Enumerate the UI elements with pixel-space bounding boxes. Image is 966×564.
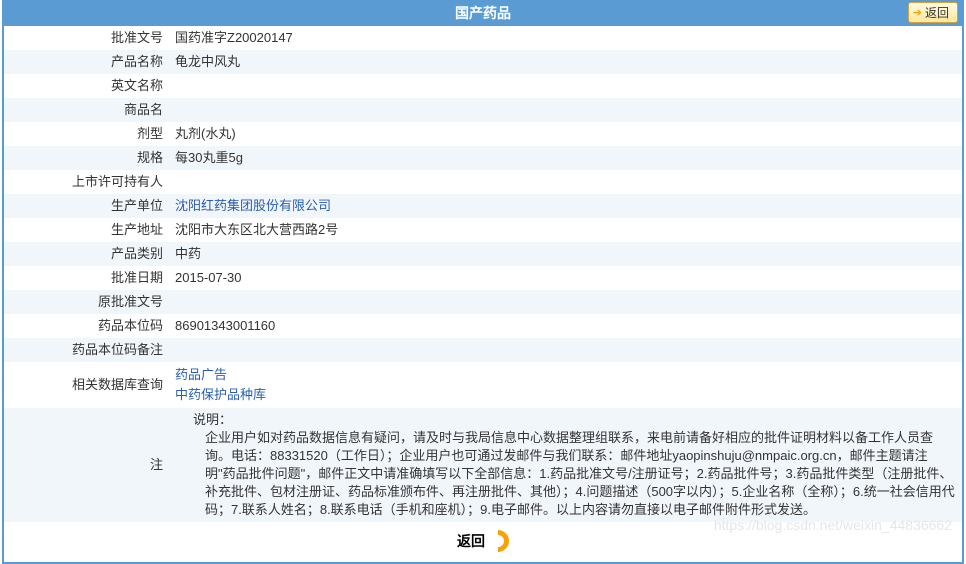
panel-header: 国产药品 ➔ 返回 [4,0,962,26]
field-label: 产品名称 [4,50,169,74]
note-body: 企业用户如对药品数据信息有疑问，请及时与我局信息中心数据整理组联系，来电前请备好… [205,429,956,519]
table-row: 生产地址沈阳市大东区北大营西路2号 [4,218,962,242]
field-label: 商品名 [4,98,169,122]
field-value: 国药准字Z20020147 [169,26,962,50]
field-value: 沈阳市大东区北大营西路2号 [169,218,962,242]
back-button-bottom-label: 返回 [457,531,485,551]
field-value: 每30丸重5g [169,146,962,170]
field-label: 生产地址 [4,218,169,242]
related-link[interactable]: 中药保护品种库 [175,385,956,405]
table-row: 剂型丸剂(水丸) [4,122,962,146]
table-row: 上市许可持有人 [4,170,962,194]
arrow-right-icon: ➔ [913,6,922,19]
table-row: 批准日期2015-07-30 [4,266,962,290]
panel-title: 国产药品 [455,5,511,21]
field-label: 药品本位码 [4,314,169,338]
field-label: 剂型 [4,122,169,146]
field-label: 产品类别 [4,242,169,266]
table-row: 规格每30丸重5g [4,146,962,170]
field-value: 2015-07-30 [169,266,962,290]
field-value [169,98,962,122]
field-label: 英文名称 [4,74,169,98]
field-value: 中药 [169,242,962,266]
back-button-top[interactable]: ➔ 返回 [908,2,958,23]
field-label: 相关数据库查询 [4,362,169,408]
field-value: 龟龙中风丸 [169,50,962,74]
table-row: 原批准文号 [4,290,962,314]
field-label: 注 [4,408,169,522]
field-value [169,74,962,98]
field-label: 生产单位 [4,194,169,218]
field-value [169,290,962,314]
field-value: 沈阳红药集团股份有限公司 [169,194,962,218]
note-content: 说明：企业用户如对药品数据信息有疑问，请及时与我局信息中心数据整理组联系，来电前… [169,408,962,522]
note-title: 说明： [193,411,956,429]
field-value [169,170,962,194]
field-label: 规格 [4,146,169,170]
related-links: 药品广告中药保护品种库 [169,362,962,408]
table-row: 注说明：企业用户如对药品数据信息有疑问，请及时与我局信息中心数据整理组联系，来电… [4,408,962,522]
table-row: 商品名 [4,98,962,122]
field-label: 原批准文号 [4,290,169,314]
related-link[interactable]: 药品广告 [175,365,956,385]
table-row: 批准文号国药准字Z20020147 [4,26,962,50]
footer: 返回 [4,522,962,562]
field-label: 药品本位码备注 [4,338,169,362]
field-label: 批准文号 [4,26,169,50]
back-button-top-label: 返回 [925,4,949,21]
table-row: 英文名称 [4,74,962,98]
field-label: 批准日期 [4,266,169,290]
table-row: 产品名称龟龙中风丸 [4,50,962,74]
back-button-bottom[interactable]: 返回 [457,530,509,552]
table-row: 产品类别中药 [4,242,962,266]
table-row: 生产单位沈阳红药集团股份有限公司 [4,194,962,218]
ring-icon [482,525,513,556]
producer-link[interactable]: 沈阳红药集团股份有限公司 [175,198,331,213]
field-value [169,338,962,362]
table-row: 相关数据库查询药品广告中药保护品种库 [4,362,962,408]
detail-table: 批准文号国药准字Z20020147产品名称龟龙中风丸英文名称商品名剂型丸剂(水丸… [4,26,962,522]
field-value: 86901343001160 [169,314,962,338]
field-value: 丸剂(水丸) [169,122,962,146]
table-row: 药品本位码86901343001160 [4,314,962,338]
detail-panel: 国产药品 ➔ 返回 批准文号国药准字Z20020147产品名称龟龙中风丸英文名称… [2,0,964,564]
table-row: 药品本位码备注 [4,338,962,362]
field-label: 上市许可持有人 [4,170,169,194]
